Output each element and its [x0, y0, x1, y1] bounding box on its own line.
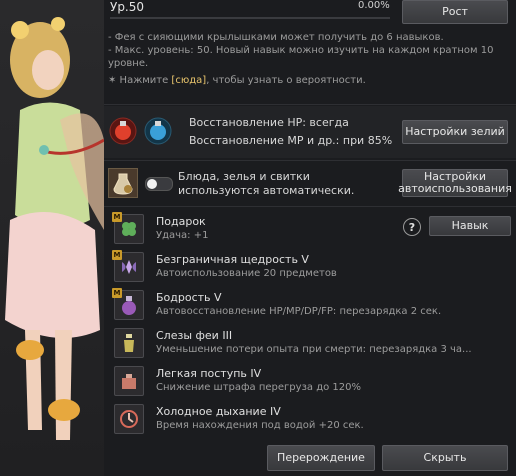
- auto-use-text: Блюда, зелья и свитки используются автом…: [178, 170, 355, 197]
- master-badge-icon: M: [112, 250, 122, 260]
- mp-potion-icon[interactable]: [143, 116, 173, 146]
- skill-name: Слезы феи III: [156, 329, 233, 342]
- skill-name: Легкая поступь IV: [156, 367, 262, 380]
- info-line-2: - Макс. уровень: 50. Новый навык можно и…: [108, 45, 494, 69]
- probability-link[interactable]: [сюда]: [171, 75, 206, 86]
- skill-row[interactable]: M Бодрость V Автовосстановление HP/MP/DP/F…: [112, 288, 514, 324]
- auto-use-toggle[interactable]: [145, 177, 173, 191]
- fairy-portrait: [0, 0, 104, 476]
- master-badge-icon: M: [112, 288, 122, 298]
- hide-button[interactable]: Скрыть: [382, 445, 508, 471]
- divider: [104, 160, 516, 161]
- divider: [104, 104, 516, 105]
- skill-description: Время нахождения под водой +20 сек.: [156, 420, 364, 431]
- fairy-illustration: [5, 17, 104, 440]
- master-badge-icon: M: [112, 212, 122, 222]
- skill-description: Уменьшение потери опыта при смерти: пере…: [156, 344, 472, 355]
- potion-settings-button[interactable]: Настройки зелий: [402, 120, 508, 144]
- tear-vial-icon[interactable]: [114, 328, 144, 358]
- toggle-knob: [147, 179, 157, 189]
- breath-icon[interactable]: [114, 404, 144, 434]
- skill-description: Снижение штрафа перегруза до 120%: [156, 382, 361, 393]
- probability-hint-suffix: , чтобы узнать о вероятности.: [206, 75, 366, 86]
- hp-potion-icon[interactable]: [108, 116, 138, 146]
- grow-button[interactable]: Рост: [402, 0, 508, 24]
- skill-button[interactable]: Навык: [429, 216, 511, 236]
- skill-name: Безграничная щедрость V: [156, 253, 309, 266]
- probability-hint-prefix: ✶ Нажмите: [108, 75, 172, 86]
- auto-use-settings-button[interactable]: Настройки автоиспользования: [398, 169, 512, 197]
- hp-recovery-text: Восстановление HP: всегда: [189, 116, 349, 129]
- skill-description: Удача: +1: [156, 230, 209, 241]
- info-line-1: - Фея с сияющими крылышками может получи…: [108, 32, 444, 43]
- skill-description: Автовосстановление HP/MP/DP/FP: перезаря…: [156, 306, 442, 317]
- auto-use-icon: [108, 168, 138, 198]
- skill-name: Бодрость V: [156, 291, 222, 304]
- skill-row[interactable]: Слезы феи III Уменьшение потери опыта при…: [114, 328, 514, 362]
- skill-row[interactable]: Холодное дыхание IV Время нахождения под …: [114, 404, 514, 438]
- experience-bar: [110, 17, 390, 19]
- skill-row[interactable]: M Безграничная щедрость V Автоиспользовани…: [112, 250, 514, 286]
- probability-hint: ✶ Нажмите [сюда], чтобы узнать о вероятн…: [108, 74, 508, 87]
- experience-percent: 0.00%: [358, 0, 390, 11]
- skill-row[interactable]: Легкая поступь IV Снижение штрафа перегру…: [114, 366, 514, 400]
- rebirth-button[interactable]: Перерождение: [267, 445, 375, 471]
- weight-icon[interactable]: [114, 366, 144, 396]
- level-label: Ур.50: [110, 0, 145, 14]
- help-icon[interactable]: ?: [403, 218, 421, 236]
- mp-recovery-text: Восстановление MP и др.: при 85%: [189, 134, 393, 147]
- skill-name: Подарок: [156, 215, 206, 228]
- skill-description: Автоиспользование 20 предметов: [156, 268, 337, 279]
- divider: [104, 206, 516, 207]
- skill-name: Холодное дыхание IV: [156, 405, 281, 418]
